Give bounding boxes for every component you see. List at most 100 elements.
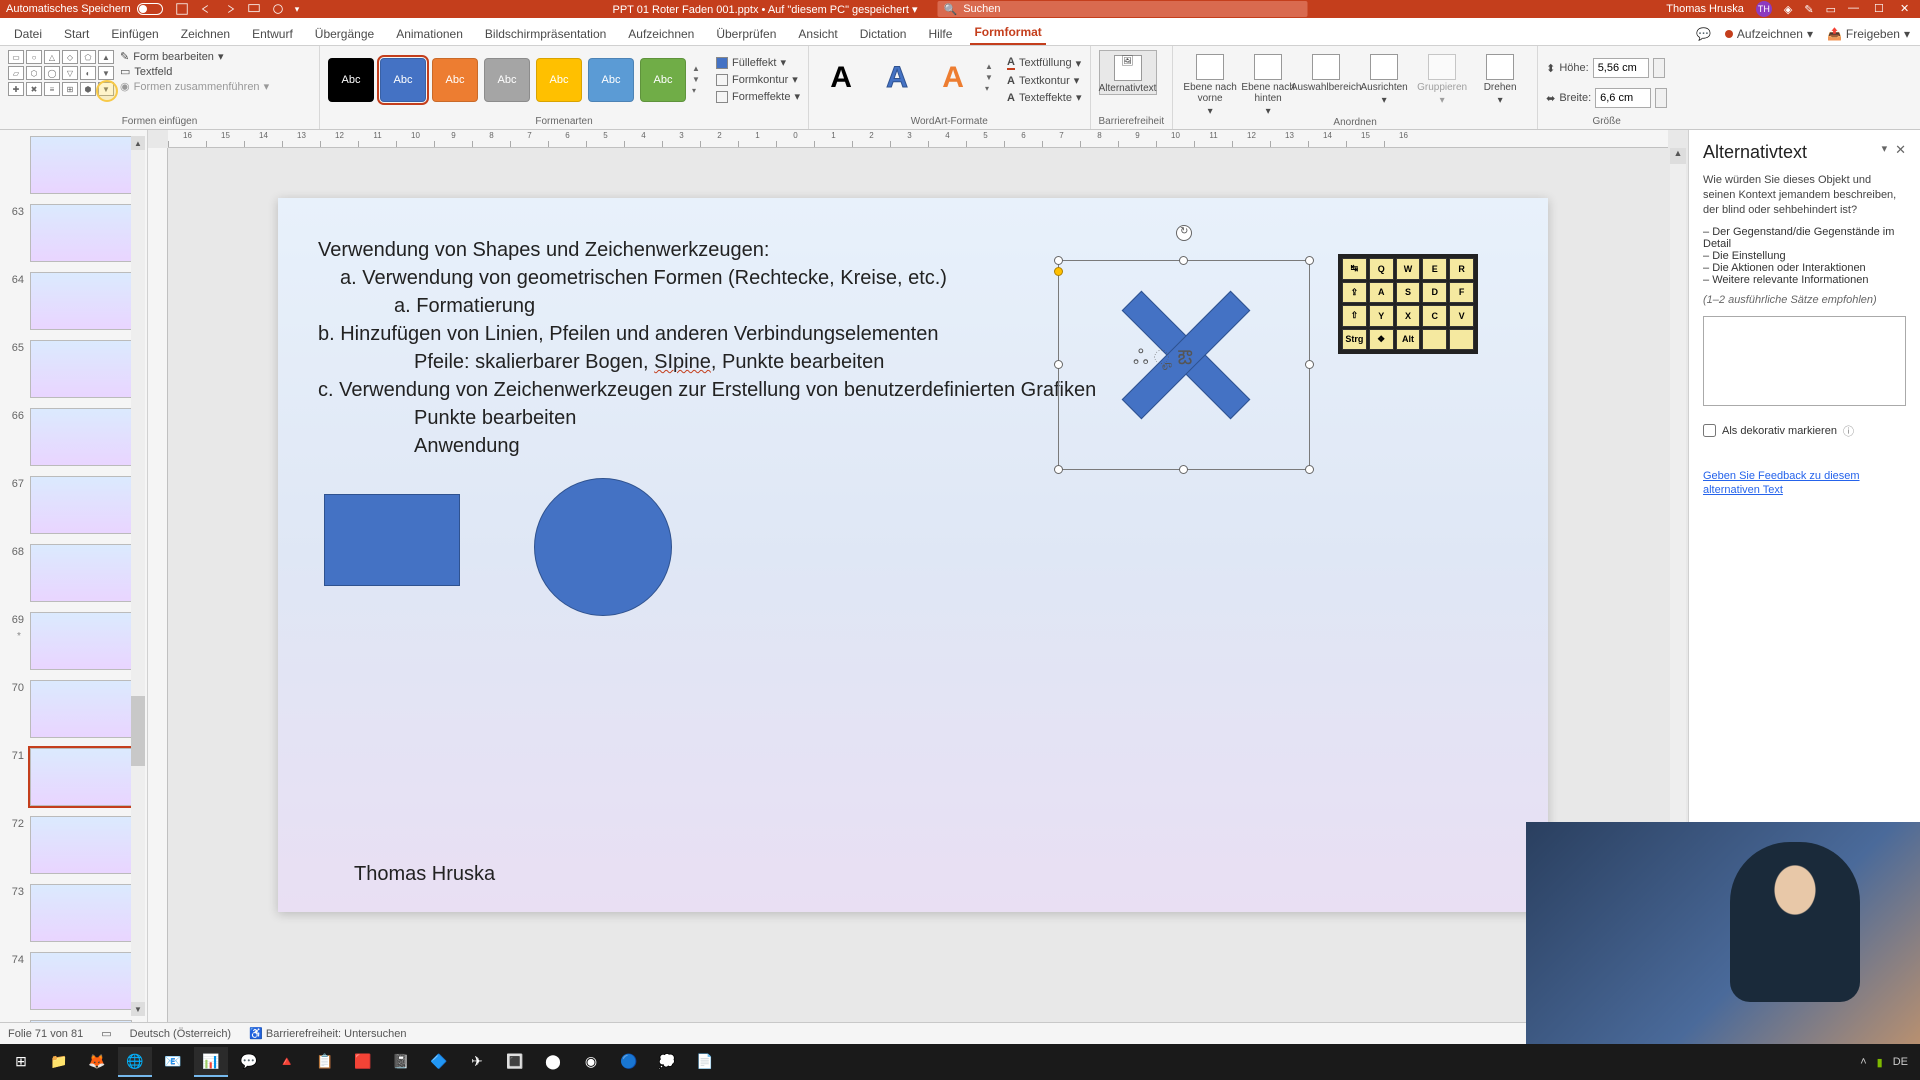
redo-icon[interactable]: [223, 2, 237, 16]
taskbar-app7-icon[interactable]: 🔵: [612, 1047, 646, 1077]
slide[interactable]: Verwendung von Shapes und Zeichenwerkzeu…: [278, 198, 1548, 912]
height-input[interactable]: [1593, 58, 1649, 78]
tray-language[interactable]: DE: [1893, 1056, 1908, 1068]
wa-up-icon[interactable]: ▲: [985, 62, 999, 71]
blue-circle-shape[interactable]: [534, 478, 672, 616]
blue-rectangle-shape[interactable]: [324, 494, 460, 586]
wa-down-icon[interactable]: ▼: [985, 73, 999, 82]
taskbar-app8-icon[interactable]: 💭: [650, 1047, 684, 1077]
slide-thumbnail[interactable]: [30, 204, 132, 262]
taskbar-vlc-icon[interactable]: 🔺: [270, 1047, 304, 1077]
tab-bildschirmpraesentation[interactable]: Bildschirmpräsentation: [481, 21, 610, 45]
thumbs-scroll-down-icon[interactable]: ▼: [131, 1002, 145, 1016]
info-icon[interactable]: ⓘ: [1843, 423, 1854, 439]
taskbar-app2-icon[interactable]: 📋: [308, 1047, 342, 1077]
slide-thumbnail[interactable]: [30, 136, 132, 194]
slide-thumbnail[interactable]: [30, 680, 132, 738]
slide-thumbnails-pane[interactable]: 63646566676869707172737475 ▲ ▼: [0, 130, 148, 1022]
tab-ansicht[interactable]: Ansicht: [794, 21, 841, 45]
slide-thumbnail[interactable]: [30, 1020, 132, 1022]
width-input[interactable]: [1595, 88, 1651, 108]
send-backward-button[interactable]: Ebene nach hinten ▾: [1239, 50, 1297, 117]
width-spinner[interactable]: [1655, 88, 1667, 108]
tab-entwurf[interactable]: Entwurf: [248, 21, 297, 45]
taskbar-app6-icon[interactable]: ◉: [574, 1047, 608, 1077]
record-button[interactable]: Aufzeichnen ▾: [1725, 27, 1813, 41]
minimize-button[interactable]: —: [1848, 2, 1862, 16]
slide-thumbnail[interactable]: [30, 476, 132, 534]
slide-thumbnail[interactable]: [30, 272, 132, 330]
taskbar-explorer-icon[interactable]: 📁: [42, 1047, 76, 1077]
scribble-shape[interactable]: ஃ ೄ ఔ: [1133, 347, 1192, 374]
taskbar-app9-icon[interactable]: 📄: [688, 1047, 722, 1077]
taskbar-powerpoint-icon[interactable]: 📊: [194, 1047, 228, 1077]
merge-shapes-button[interactable]: ◉ Formen zusammenführen ▾: [120, 80, 269, 93]
slideshow-start-icon[interactable]: [247, 2, 261, 16]
altpane-textarea[interactable]: [1703, 316, 1906, 406]
keyboard-image[interactable]: ↹QWER⇪ASDF⇧YXCVStrg❖Alt: [1338, 254, 1478, 354]
slide-counter[interactable]: Folie 71 von 81: [8, 1028, 83, 1040]
tab-aufzeichnen[interactable]: Aufzeichnen: [624, 21, 698, 45]
canvas-scroll-up-icon[interactable]: ▲: [1670, 148, 1686, 164]
shape-outline-button[interactable]: Formkontur ▾: [716, 73, 800, 86]
slide-thumbnail[interactable]: [30, 544, 132, 602]
rotation-handle[interactable]: [1176, 225, 1192, 241]
shape-style-gallery[interactable]: Abc Abc Abc Abc Abc Abc Abc ▲ ▼ ▾: [328, 50, 706, 103]
text-outline-button[interactable]: ATextkontur ▾: [1007, 74, 1081, 87]
taskbar-onenote-icon[interactable]: 📓: [384, 1047, 418, 1077]
slide-thumbnail[interactable]: [30, 748, 132, 806]
textbox-button[interactable]: ▭ Textfeld: [120, 65, 269, 78]
tab-zeichnen[interactable]: Zeichnen: [177, 21, 234, 45]
close-button[interactable]: ✕: [1900, 2, 1914, 16]
author-text[interactable]: Thomas Hruska: [354, 863, 495, 886]
share-button[interactable]: 📤 Freigeben ▾: [1827, 27, 1910, 41]
slide-thumbnail[interactable]: [30, 952, 132, 1010]
taskbar-visio-icon[interactable]: 🔷: [422, 1047, 456, 1077]
qat-more-icon[interactable]: ▾: [295, 4, 300, 15]
style-swatch-6[interactable]: Abc: [588, 58, 634, 102]
taskbar-telegram-icon[interactable]: ✈: [460, 1047, 494, 1077]
document-title[interactable]: PPT 01 Roter Faden 001.pptx • Auf "diese…: [613, 3, 918, 16]
adjustment-handle[interactable]: [1054, 267, 1063, 276]
resize-handle-ml[interactable]: [1054, 360, 1063, 369]
thumbs-scroll-up-icon[interactable]: ▲: [131, 136, 145, 150]
tab-hilfe[interactable]: Hilfe: [924, 21, 956, 45]
window-icon[interactable]: ▭: [1826, 3, 1836, 16]
language-indicator[interactable]: Deutsch (Österreich): [130, 1028, 231, 1040]
slide-thumbnail[interactable]: [30, 884, 132, 942]
taskbar-app3-icon[interactable]: 🟥: [346, 1047, 380, 1077]
style-swatch-5[interactable]: Abc: [536, 58, 582, 102]
resize-handle-tr[interactable]: [1305, 256, 1314, 265]
gallery-up-icon[interactable]: ▲: [692, 64, 706, 73]
tab-animationen[interactable]: Animationen: [392, 21, 467, 45]
gallery-down-icon[interactable]: ▼: [692, 75, 706, 84]
rotate-button[interactable]: Drehen ▾: [1471, 50, 1529, 117]
tab-formformat[interactable]: Formformat: [970, 19, 1045, 45]
spellcheck-icon[interactable]: ▭: [101, 1027, 111, 1040]
resize-handle-tl[interactable]: [1054, 256, 1063, 265]
slide-body-text[interactable]: Verwendung von Shapes und Zeichenwerkzeu…: [318, 236, 1096, 460]
resize-handle-bm[interactable]: [1179, 465, 1188, 474]
text-effects-button[interactable]: ATexteffekte ▾: [1007, 91, 1081, 104]
alt-text-button[interactable]: 🖼 Alternativtext: [1099, 50, 1157, 95]
thumbs-scrollbar[interactable]: ▲ ▼: [131, 136, 145, 1016]
tab-dictation[interactable]: Dictation: [856, 21, 911, 45]
tab-ueberpruefen[interactable]: Überprüfen: [712, 21, 780, 45]
style-swatch-2[interactable]: Abc: [380, 58, 426, 102]
selected-shape-group[interactable]: ஃ ೄ ఔ: [1058, 260, 1310, 470]
user-avatar[interactable]: TH: [1756, 1, 1772, 17]
selection-pane-button[interactable]: Auswahlbereich: [1297, 50, 1355, 117]
slide-thumbnail[interactable]: [30, 408, 132, 466]
decorative-checkbox[interactable]: [1703, 424, 1716, 437]
username-label[interactable]: Thomas Hruska: [1666, 3, 1744, 15]
taskbar-app1-icon[interactable]: 💬: [232, 1047, 266, 1077]
bring-forward-button[interactable]: Ebene nach vorne ▾: [1181, 50, 1239, 117]
taskbar-outlook-icon[interactable]: 📧: [156, 1047, 190, 1077]
align-button[interactable]: Ausrichten ▾: [1355, 50, 1413, 117]
autosave-switch-icon[interactable]: [137, 3, 163, 15]
tab-datei[interactable]: Datei: [10, 21, 46, 45]
shape-fill-button[interactable]: Fülleffekt ▾: [716, 56, 800, 69]
slide-thumbnail[interactable]: [30, 816, 132, 874]
maximize-button[interactable]: ☐: [1874, 2, 1888, 16]
touch-mode-icon[interactable]: [271, 2, 285, 16]
